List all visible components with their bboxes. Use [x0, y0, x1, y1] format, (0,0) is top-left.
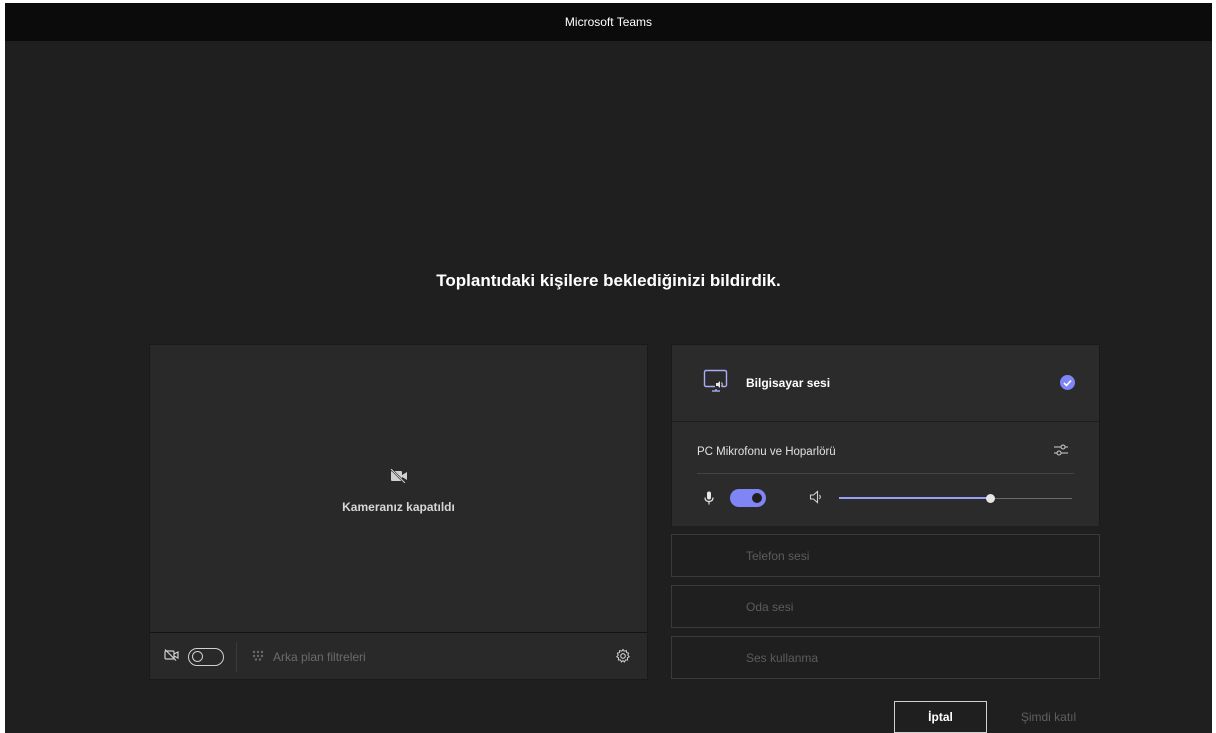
computer-audio-option[interactable]: Bilgisayar sesi PC Mikrofonu ve Hoparlör… [671, 344, 1100, 526]
volume-slider-thumb[interactable] [986, 494, 996, 503]
camera-off-icon [389, 468, 408, 488]
lobby-message: Toplantıdaki kişilere beklediğinizi bild… [436, 271, 781, 290]
gear-icon[interactable] [615, 648, 631, 669]
join-now-button[interactable]: Şimdi katıl [1002, 701, 1095, 733]
background-filter-icon [251, 649, 265, 664]
audio-device-label: PC Mikrofonu ve Hoparlörü [697, 446, 836, 458]
camera-off-small-icon [164, 648, 180, 666]
background-filters-label: Arka plan filtreleri [273, 649, 366, 664]
phone-audio-option[interactable]: Telefon sesi [671, 534, 1100, 577]
microphone-toggle[interactable] [730, 489, 766, 507]
speaker-icon [809, 490, 825, 509]
audio-device-controls: PC Mikrofonu ve Hoparlörü [672, 422, 1099, 526]
video-preview: Kameranız kapatıldı [150, 345, 647, 632]
microphone-icon [704, 491, 714, 510]
room-audio-option[interactable]: Oda sesi [671, 585, 1100, 628]
checkmark-icon [1060, 375, 1075, 390]
title-bar: Microsoft Teams [5, 3, 1212, 41]
no-audio-option[interactable]: Ses kullanma [671, 636, 1100, 679]
computer-audio-icon [703, 369, 729, 400]
teams-window: Microsoft Teams Toplantıdaki kişilere be… [5, 3, 1212, 733]
volume-slider[interactable] [839, 494, 1072, 503]
sliders-icon[interactable] [1053, 443, 1069, 462]
cancel-button[interactable]: İptal [894, 701, 987, 733]
computer-audio-label: Bilgisayar sesi [746, 376, 831, 390]
video-toolbar: Arka plan filtreleri [150, 632, 647, 680]
window-title: Microsoft Teams [564, 15, 653, 29]
volume-slider-fill [839, 497, 991, 499]
camera-control [164, 647, 224, 666]
camera-off-label: Kameranız kapatıldı [342, 500, 455, 514]
computer-audio-header[interactable]: Bilgisayar sesi [672, 345, 1099, 422]
toolbar-divider [236, 641, 237, 672]
camera-toggle[interactable] [188, 647, 224, 666]
background-filters-button[interactable]: Arka plan filtreleri [251, 649, 366, 664]
video-preview-panel: Kameranız kapatıldı Arka plan filtreleri [149, 344, 648, 680]
device-divider [697, 473, 1074, 474]
